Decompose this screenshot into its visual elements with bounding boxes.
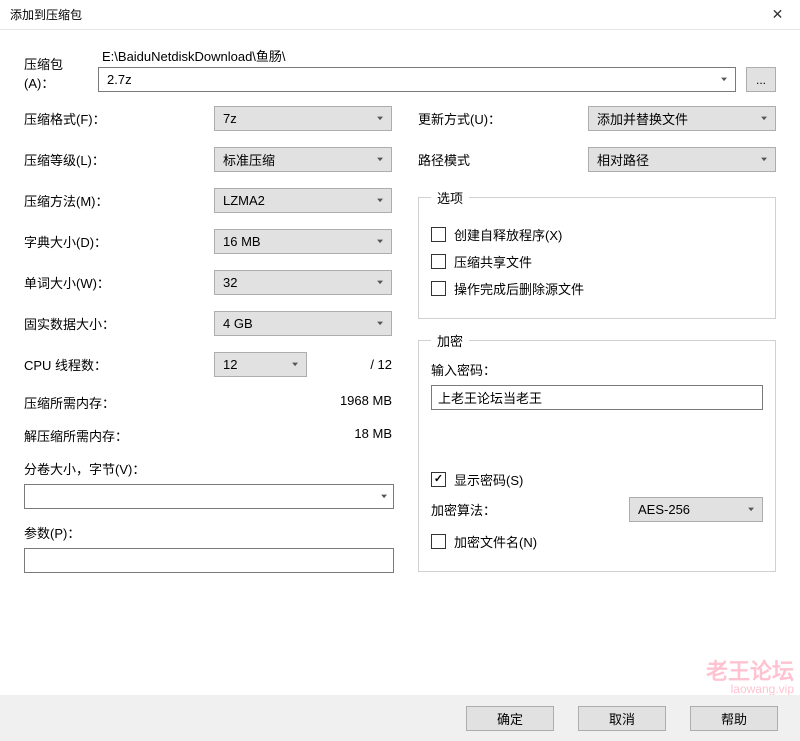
update-select[interactable]: 添加并替换文件 ▼	[588, 106, 776, 131]
word-label: 单词大小(W)：	[24, 273, 214, 292]
ok-button[interactable]: 确定	[466, 706, 554, 731]
chevron-down-icon: ▼	[759, 156, 769, 163]
close-button[interactable]: ✕	[755, 1, 800, 29]
params-label: 参数(P)：	[24, 523, 394, 542]
mem-decomp-label: 解压缩所需内存：	[24, 426, 128, 445]
enc-method-select[interactable]: AES-256 ▼	[629, 497, 763, 522]
method-label: 压缩方法(M)：	[24, 191, 214, 210]
encrypt-names-label: 加密文件名(N)	[454, 532, 537, 551]
volume-select[interactable]: ▼	[24, 484, 394, 509]
level-value: 标准压缩	[223, 150, 275, 169]
watermark: 老王论坛 laowang.vip	[706, 661, 794, 695]
format-value: 7z	[223, 111, 237, 126]
shared-label: 压缩共享文件	[454, 252, 532, 271]
chevron-down-icon: ▼	[375, 320, 385, 327]
chevron-down-icon: ▼	[746, 506, 756, 513]
pathmode-label: 路径模式	[418, 150, 588, 169]
chevron-down-icon: ▼	[379, 493, 389, 500]
mem-comp-label: 压缩所需内存：	[24, 393, 115, 412]
enc-method-value: AES-256	[638, 502, 690, 517]
delete-checkbox[interactable]	[431, 281, 446, 296]
format-label: 压缩格式(F)：	[24, 109, 214, 128]
archive-file-select[interactable]: 2.7z ▼	[98, 67, 736, 92]
update-value: 添加并替换文件	[597, 109, 688, 128]
encryption-legend: 加密	[431, 331, 469, 350]
method-select[interactable]: LZMA2 ▼	[214, 188, 392, 213]
solid-label: 固实数据大小：	[24, 314, 214, 333]
encryption-fieldset: 加密 输入密码： 上老王论坛当老王 显示密码(S) 加密算法： AES-256 …	[418, 331, 776, 572]
method-value: LZMA2	[223, 193, 265, 208]
chevron-down-icon: ▼	[290, 361, 300, 368]
delete-checkbox-row[interactable]: 操作完成后删除源文件	[431, 279, 763, 298]
cancel-button[interactable]: 取消	[578, 706, 666, 731]
chevron-down-icon: ▼	[375, 197, 385, 204]
threads-label: CPU 线程数：	[24, 355, 214, 374]
chevron-down-icon: ▼	[375, 156, 385, 163]
sfx-checkbox[interactable]	[431, 227, 446, 242]
volume-label: 分卷大小，字节(V)：	[24, 459, 394, 478]
show-password-row[interactable]: 显示密码(S)	[431, 470, 763, 489]
pathmode-select[interactable]: 相对路径 ▼	[588, 147, 776, 172]
delete-label: 操作完成后删除源文件	[454, 279, 584, 298]
encrypt-names-row[interactable]: 加密文件名(N)	[431, 532, 763, 551]
shared-checkbox-row[interactable]: 压缩共享文件	[431, 252, 763, 271]
dict-label: 字典大小(D)：	[24, 232, 214, 251]
encrypt-names-checkbox[interactable]	[431, 534, 446, 549]
password-value: 上老王论坛当老王	[438, 388, 542, 407]
chevron-down-icon: ▼	[375, 115, 385, 122]
password-input[interactable]: 上老王论坛当老王	[431, 385, 763, 410]
chevron-down-icon: ▼	[375, 279, 385, 286]
sfx-checkbox-row[interactable]: 创建自释放程序(X)	[431, 225, 763, 244]
archive-path: E:\BaiduNetdiskDownload\鱼肠\	[98, 46, 776, 65]
format-select[interactable]: 7z ▼	[214, 106, 392, 131]
options-legend: 选项	[431, 188, 469, 207]
pathmode-value: 相对路径	[597, 150, 649, 169]
mem-comp-value: 1968 MB	[340, 393, 392, 412]
params-input[interactable]	[24, 548, 394, 573]
level-select[interactable]: 标准压缩 ▼	[214, 147, 392, 172]
dict-select[interactable]: 16 MB ▼	[214, 229, 392, 254]
solid-select[interactable]: 4 GB ▼	[214, 311, 392, 336]
enc-method-label: 加密算法：	[431, 500, 496, 519]
threads-value: 12	[223, 357, 237, 372]
dict-value: 16 MB	[223, 234, 261, 249]
options-fieldset: 选项 创建自释放程序(X) 压缩共享文件 操作完成后删除源文件	[418, 188, 776, 319]
word-value: 32	[223, 275, 237, 290]
update-label: 更新方式(U)：	[418, 109, 588, 128]
sfx-label: 创建自释放程序(X)	[454, 225, 562, 244]
chevron-down-icon: ▼	[719, 76, 729, 83]
threads-total: / 12	[370, 357, 394, 372]
chevron-down-icon: ▼	[759, 115, 769, 122]
mem-decomp-value: 18 MB	[354, 426, 392, 445]
window-title: 添加到压缩包	[10, 6, 82, 23]
level-label: 压缩等级(L)：	[24, 150, 214, 169]
help-button[interactable]: 帮助	[690, 706, 778, 731]
password-label: 输入密码：	[431, 360, 763, 379]
solid-value: 4 GB	[223, 316, 253, 331]
show-password-checkbox[interactable]	[431, 472, 446, 487]
chevron-down-icon: ▼	[375, 238, 385, 245]
archive-file-value: 2.7z	[107, 72, 132, 87]
shared-checkbox[interactable]	[431, 254, 446, 269]
word-select[interactable]: 32 ▼	[214, 270, 392, 295]
browse-button[interactable]: ...	[746, 67, 776, 92]
threads-select[interactable]: 12 ▼	[214, 352, 307, 377]
archive-label: 压缩包(A)：	[24, 46, 88, 92]
show-password-label: 显示密码(S)	[454, 470, 523, 489]
